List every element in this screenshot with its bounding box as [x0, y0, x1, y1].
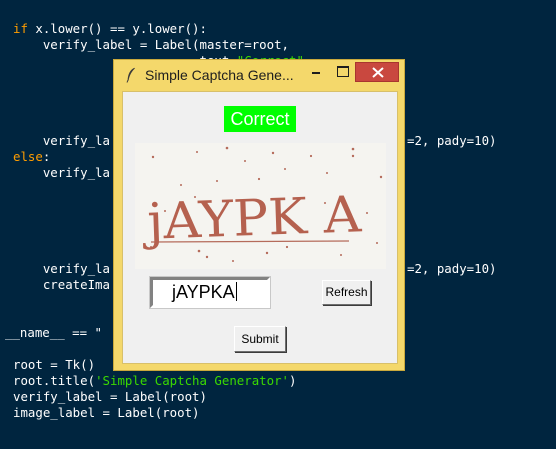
captcha-answer-input[interactable]: jAYPKA: [150, 277, 270, 308]
code-token: createIma: [13, 277, 110, 292]
code-line: root.title('Simple Captcha Generator'): [13, 373, 297, 389]
code-token: verify_label = Label(master=root,: [13, 37, 290, 52]
code-token: =2, pady=10): [407, 133, 497, 148]
title-bar[interactable]: Simple Captcha Gene...: [114, 60, 404, 91]
code-line: verify_la: [13, 261, 110, 277]
code-token: root.title(: [13, 373, 96, 388]
code-token: verify_label = Label(root): [13, 389, 207, 404]
close-icon[interactable]: [355, 62, 399, 82]
minimize-icon[interactable]: [303, 62, 329, 82]
code-token: :: [42, 149, 51, 164]
code-token: else: [13, 149, 43, 164]
submit-button[interactable]: Submit: [234, 326, 286, 352]
code-token: verify_la: [13, 133, 110, 148]
code-line: =2, pady=10): [407, 261, 497, 277]
code-token: root = Tk(): [13, 357, 96, 372]
code-line: createIma: [13, 277, 110, 293]
code-line: else:: [13, 149, 50, 165]
code-line: verify_label = Label(root): [13, 389, 207, 405]
code-line: __name__ == ": [5, 325, 102, 341]
code-token: verify_la: [13, 261, 110, 276]
window-title: Simple Captcha Gene...: [145, 67, 294, 83]
code-line: verify_la: [13, 133, 110, 149]
code-token: verify_la: [13, 165, 110, 180]
code-line: verify_la: [13, 165, 110, 181]
text-caret: [235, 282, 237, 301]
code-line: if x.lower() == y.lower():: [13, 21, 207, 37]
verify-label: Correct: [224, 106, 296, 132]
captcha-image: jAYPK A: [135, 143, 386, 269]
feather-icon: [126, 67, 136, 83]
code-token: =2, pady=10): [407, 261, 497, 276]
code-token: ): [289, 373, 297, 388]
code-line: =2, pady=10): [407, 133, 497, 149]
captcha-window: Simple Captcha Gene... Correct jAYPK A j…: [113, 59, 405, 371]
input-value: jAYPKA: [172, 282, 235, 302]
code-line: verify_label = Label(master=root,: [13, 37, 289, 53]
window-content: Correct jAYPK A jAYPKA Refresh Submit: [122, 91, 398, 364]
captcha-text: jAYPK A: [141, 185, 363, 251]
code-line: image_label = Label(root): [13, 405, 200, 421]
code-token: __name__ == ": [5, 325, 102, 340]
refresh-button[interactable]: Refresh: [322, 280, 371, 305]
code-line: root = Tk(): [13, 357, 95, 373]
code-token: 'Simple Captcha Generator': [95, 373, 290, 388]
code-token: image_label = Label(root): [13, 405, 200, 420]
maximize-icon[interactable]: [329, 62, 355, 82]
code-token: if: [13, 21, 28, 36]
code-token: x.lower() == y.lower():: [27, 21, 207, 36]
